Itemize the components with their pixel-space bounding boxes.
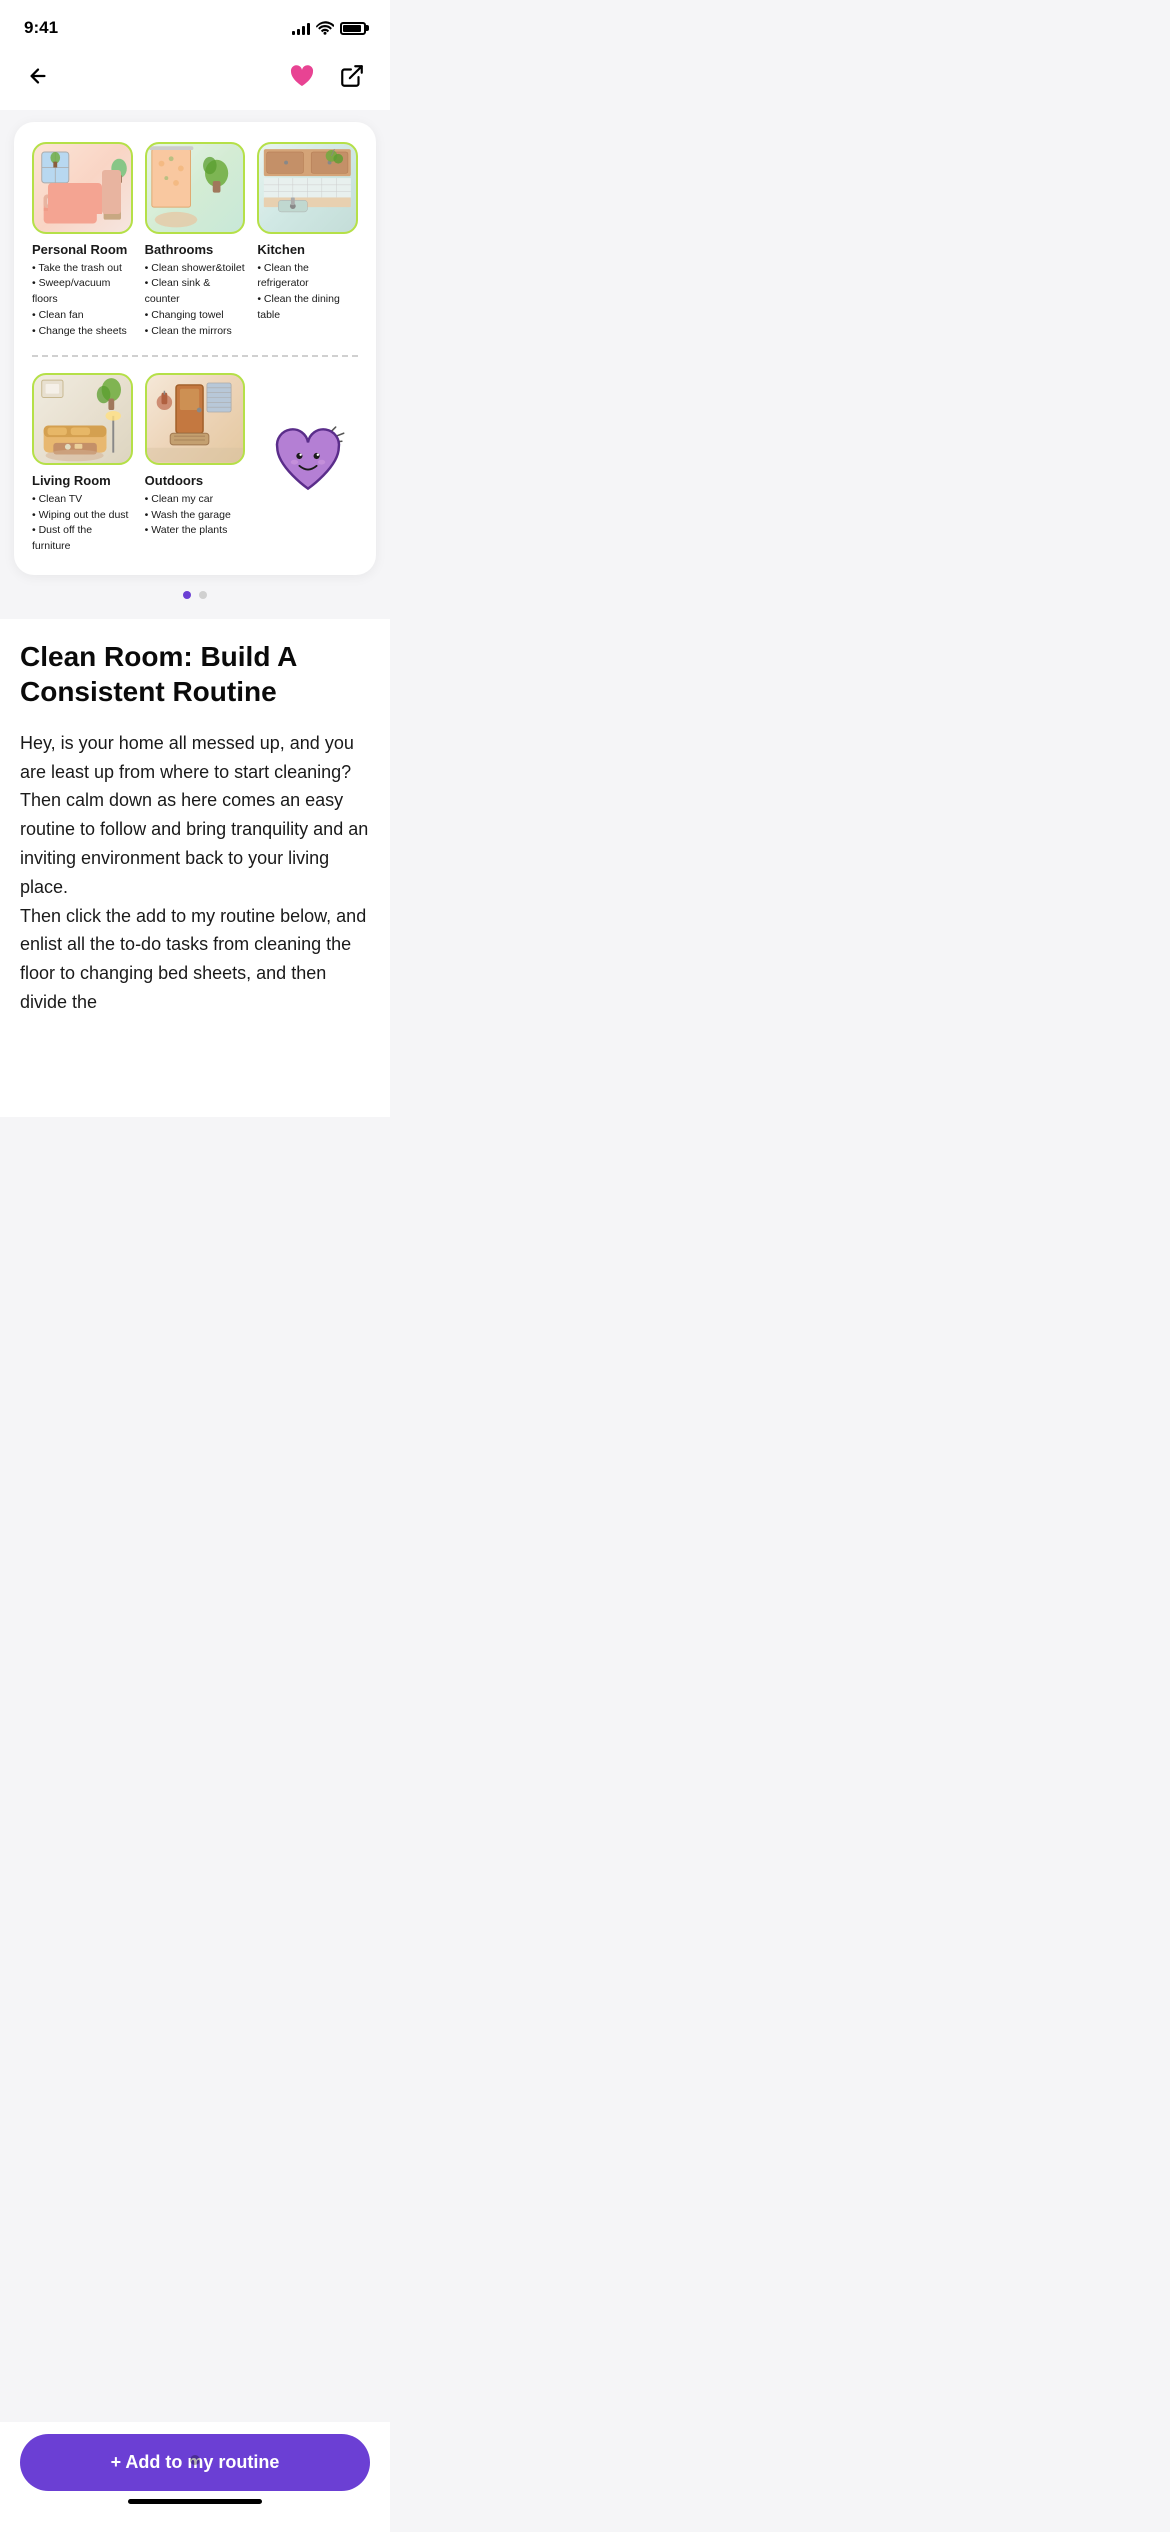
status-icons: [292, 21, 366, 35]
article-body: Hey, is your home all messed up, and you…: [20, 729, 370, 1017]
heart-mascot-cell: [257, 373, 358, 555]
category-bathrooms: Bathrooms Clean shower&toilet Clean sink…: [145, 142, 246, 339]
signal-icon: [292, 21, 310, 35]
category-grid-top: Personal Room Take the trash out Sweep/v…: [32, 142, 358, 339]
outdoors-tasks: Clean my car Wash the garage Water the p…: [145, 492, 246, 539]
pagination-dot-1[interactable]: [183, 591, 191, 599]
heart-mascot-icon: [268, 424, 348, 504]
kitchen-tasks: Clean the refrigerator Clean the dining …: [257, 261, 358, 324]
task-item: Clean my car: [145, 492, 246, 508]
task-item: Take the trash out: [32, 261, 133, 277]
personal-room-image: [32, 142, 133, 234]
task-item: Clean TV: [32, 492, 133, 508]
task-item: Changing towel: [145, 308, 246, 324]
bathrooms-image: [145, 142, 246, 234]
section-divider: [32, 355, 358, 357]
nav-right-actions: [284, 58, 370, 94]
add-to-routine-button[interactable]: + Add to my routine: [20, 2434, 370, 2491]
share-button[interactable]: [334, 58, 370, 94]
task-item: Clean shower&toilet: [145, 261, 246, 277]
task-item: Wiping out the dust: [32, 508, 133, 524]
nav-bar: [0, 50, 390, 110]
home-indicator: [128, 2499, 262, 2504]
category-outdoors: Outdoors Clean my car Wash the garage Wa…: [145, 373, 246, 555]
pagination-dots: [0, 575, 390, 619]
article-section: Clean Room: Build A Consistent Routine H…: [0, 619, 390, 1117]
task-item: Clean fan: [32, 308, 133, 324]
main-content: Personal Room Take the trash out Sweep/v…: [0, 110, 390, 575]
bottom-cta: + Add to my routine: [0, 2422, 390, 2532]
category-kitchen: Kitchen Clean the refrigerator Clean the…: [257, 142, 358, 339]
personal-room-title: Personal Room: [32, 242, 133, 257]
article-title: Clean Room: Build A Consistent Routine: [20, 639, 370, 709]
task-item: Dust off the furniture: [32, 523, 133, 555]
battery-icon: [340, 22, 366, 35]
category-living-room: Living Room Clean TV Wiping out the dust…: [32, 373, 133, 555]
status-bar: 9:41: [0, 0, 390, 50]
outdoors-title: Outdoors: [145, 473, 246, 488]
task-item: Clean the dining table: [257, 292, 358, 324]
kitchen-title: Kitchen: [257, 242, 358, 257]
wifi-icon: [316, 21, 334, 35]
living-room-title: Living Room: [32, 473, 133, 488]
favorite-button[interactable]: [284, 58, 320, 94]
status-time: 9:41: [24, 18, 58, 38]
task-item: Clean the refrigerator: [257, 261, 358, 293]
bathrooms-title: Bathrooms: [145, 242, 246, 257]
task-item: Clean the mirrors: [145, 324, 246, 340]
pagination-dot-2[interactable]: [199, 591, 207, 599]
back-button[interactable]: [20, 58, 56, 94]
categories-card: Personal Room Take the trash out Sweep/v…: [14, 122, 376, 575]
living-room-image: [32, 373, 133, 465]
task-item: Wash the garage: [145, 508, 246, 524]
living-room-tasks: Clean TV Wiping out the dust Dust off th…: [32, 492, 133, 555]
task-item: Change the sheets: [32, 324, 133, 340]
kitchen-image: [257, 142, 358, 234]
task-item: Water the plants: [145, 523, 246, 539]
category-grid-bottom: Living Room Clean TV Wiping out the dust…: [32, 373, 358, 555]
task-item: Clean sink & counter: [145, 276, 246, 308]
task-item: Sweep/vacuum floors: [32, 276, 133, 308]
category-personal-room: Personal Room Take the trash out Sweep/v…: [32, 142, 133, 339]
outdoors-image: [145, 373, 246, 465]
bathrooms-tasks: Clean shower&toilet Clean sink & counter…: [145, 261, 246, 340]
personal-room-tasks: Take the trash out Sweep/vacuum floors C…: [32, 261, 133, 340]
